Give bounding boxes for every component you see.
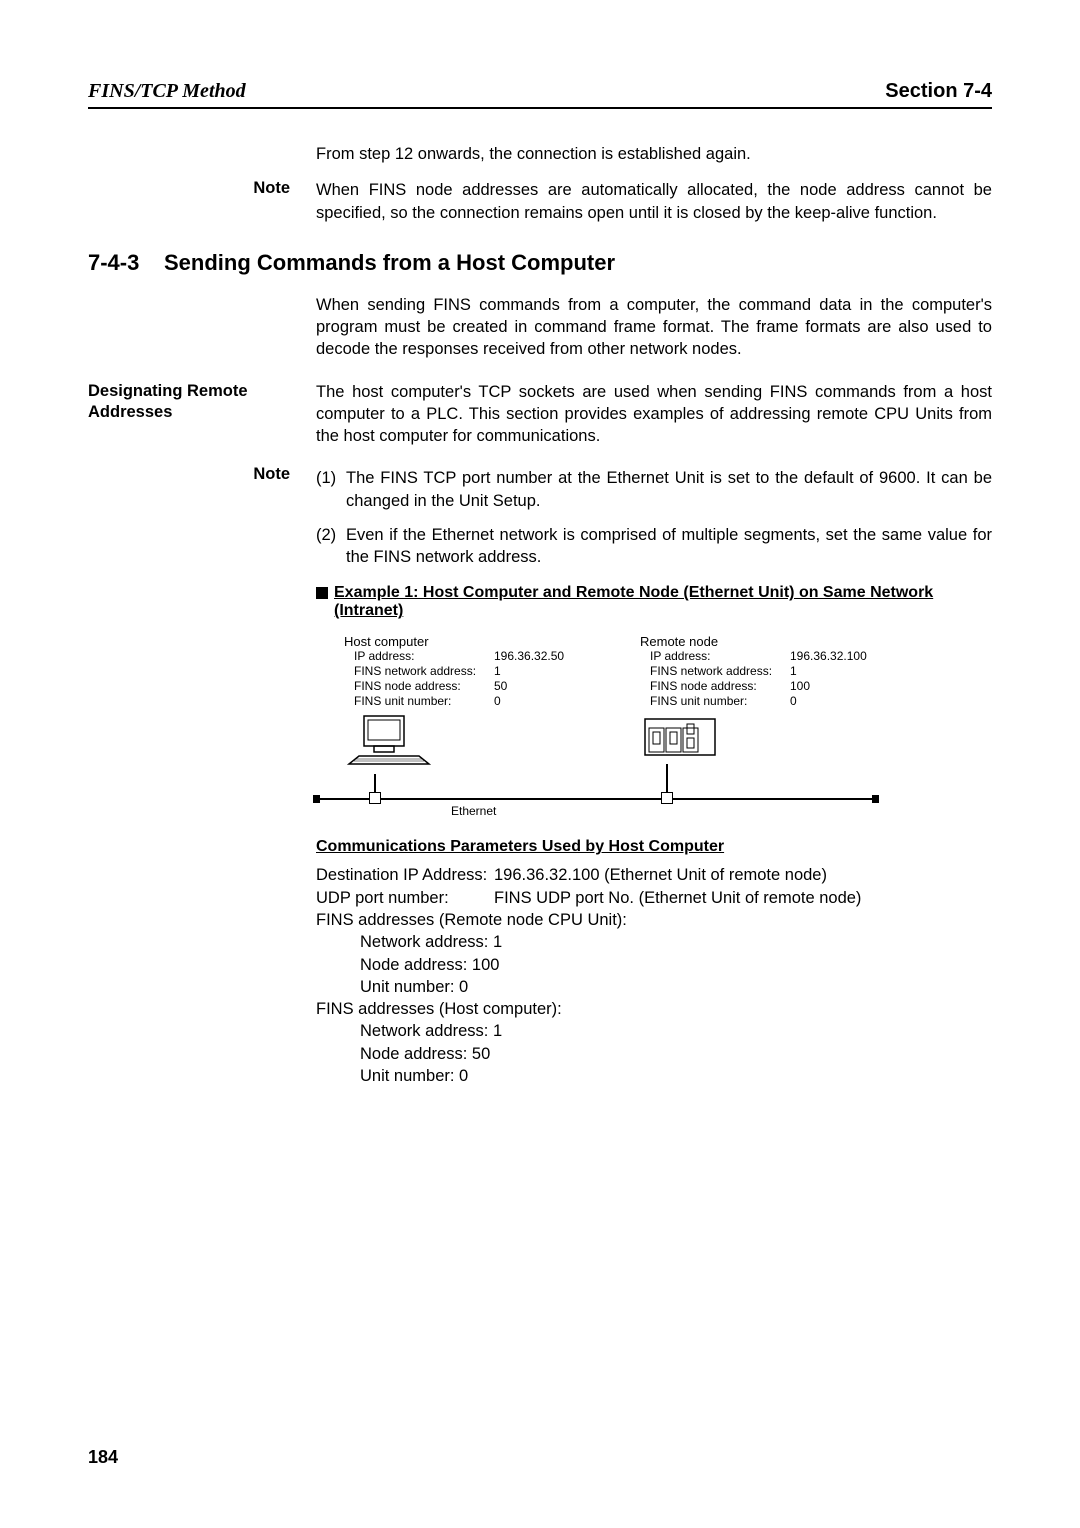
section-title: Sending Commands from a Host Computer bbox=[164, 250, 615, 276]
section-paragraph: When sending FINS commands from a comput… bbox=[316, 294, 992, 361]
side-heading: Designating Remote Addresses bbox=[88, 381, 316, 448]
diag-value: 1 bbox=[790, 664, 876, 678]
section-number: 7-4-3 bbox=[88, 250, 164, 276]
note-list-text: The FINS TCP port number at the Ethernet… bbox=[346, 467, 992, 512]
side-heading-block: Designating Remote Addresses The host co… bbox=[88, 381, 992, 448]
diag-value: 0 bbox=[494, 694, 580, 708]
diag-label: IP address: bbox=[650, 649, 790, 663]
note-text: When FINS node addresses are automatical… bbox=[316, 179, 992, 224]
diagram-remote-title: Remote node bbox=[640, 634, 876, 649]
drop-node bbox=[661, 792, 673, 804]
ethernet-endcap bbox=[313, 795, 320, 803]
diag-label: FINS unit number: bbox=[354, 694, 494, 708]
example-title: Example 1: Host Computer and Remote Node… bbox=[316, 584, 992, 620]
diag-label: FINS network address: bbox=[354, 664, 494, 678]
network-diagram: Host computer IP address: 196.36.32.50 F… bbox=[316, 634, 876, 814]
page-header: FINS/TCP Method Section 7-4 bbox=[88, 80, 992, 109]
side-paragraph: The host computer's TCP sockets are used… bbox=[316, 381, 992, 448]
note-list-item: (2) Even if the Ethernet network is comp… bbox=[316, 524, 992, 569]
note-label-2: Note bbox=[88, 465, 316, 568]
param-label: UDP port number: bbox=[316, 887, 494, 909]
header-left: FINS/TCP Method bbox=[88, 80, 246, 103]
header-right: Section 7-4 bbox=[885, 80, 992, 103]
diag-label: FINS unit number: bbox=[650, 694, 790, 708]
note-list-text: Even if the Ethernet network is comprise… bbox=[346, 524, 992, 569]
note-list: (1) The FINS TCP port number at the Ethe… bbox=[316, 467, 992, 568]
diag-value: 50 bbox=[494, 679, 580, 693]
param-line: Node address: 100 bbox=[360, 954, 992, 976]
ethernet-endcap bbox=[872, 795, 879, 803]
diag-label: FINS node address: bbox=[354, 679, 494, 693]
computer-icon bbox=[344, 714, 434, 774]
section-heading: 7-4-3 Sending Commands from a Host Compu… bbox=[88, 250, 992, 276]
note-list-item: (1) The FINS TCP port number at the Ethe… bbox=[316, 467, 992, 512]
param-label: Destination IP Address: bbox=[316, 864, 494, 886]
param-subheading: FINS addresses (Host computer): bbox=[316, 998, 992, 1020]
params-block: Destination IP Address: 196.36.32.100 (E… bbox=[316, 864, 992, 1087]
diagram-host-title: Host computer bbox=[344, 634, 580, 649]
param-line: Unit number: 0 bbox=[360, 1065, 992, 1087]
diag-value: 1 bbox=[494, 664, 580, 678]
param-subheading: FINS addresses (Remote node CPU Unit): bbox=[316, 909, 992, 931]
ethernet-label: Ethernet bbox=[451, 804, 496, 818]
param-line: Network address: 1 bbox=[360, 1020, 992, 1042]
param-line: Node address: 50 bbox=[360, 1043, 992, 1065]
drop-node bbox=[369, 792, 381, 804]
note-list-num: (2) bbox=[316, 524, 346, 569]
intro-paragraph: From step 12 onwards, the connection is … bbox=[316, 143, 992, 165]
note-label: Note bbox=[88, 179, 316, 224]
ethernet-line bbox=[316, 798, 876, 800]
params-heading: Communications Parameters Used by Host C… bbox=[316, 838, 992, 856]
param-line: Network address: 1 bbox=[360, 931, 992, 953]
param-line: Unit number: 0 bbox=[360, 976, 992, 998]
plc-icon bbox=[640, 714, 730, 764]
example-title-text: Example 1: Host Computer and Remote Node… bbox=[334, 584, 992, 620]
bullet-square-icon bbox=[316, 587, 328, 599]
diag-value: 0 bbox=[790, 694, 876, 708]
param-value: 196.36.32.100 (Ethernet Unit of remote n… bbox=[494, 864, 992, 886]
diag-value: 196.36.32.100 bbox=[790, 649, 876, 663]
diag-value: 196.36.32.50 bbox=[494, 649, 580, 663]
note-block-1: Note When FINS node addresses are automa… bbox=[88, 179, 992, 224]
note-list-num: (1) bbox=[316, 467, 346, 512]
note-block-2: Note (1) The FINS TCP port number at the… bbox=[88, 465, 992, 568]
param-value: FINS UDP port No. (Ethernet Unit of remo… bbox=[494, 887, 992, 909]
diag-label: FINS node address: bbox=[650, 679, 790, 693]
diag-value: 100 bbox=[790, 679, 876, 693]
diag-label: FINS network address: bbox=[650, 664, 790, 678]
diag-label: IP address: bbox=[354, 649, 494, 663]
page-number: 184 bbox=[88, 1447, 118, 1468]
